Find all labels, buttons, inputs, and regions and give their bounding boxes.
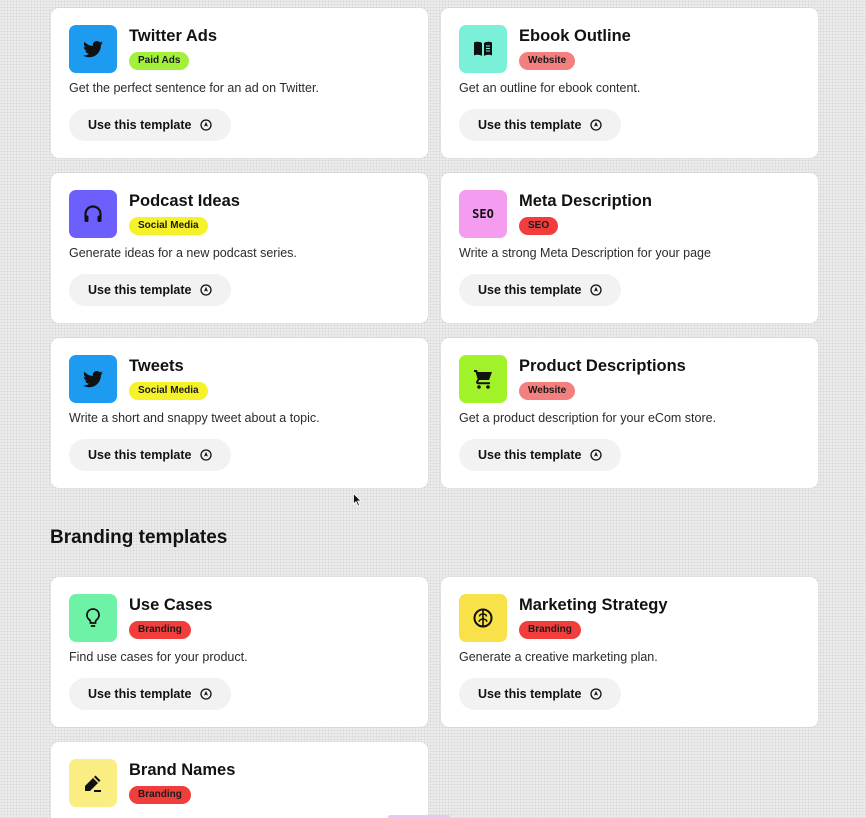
category-badge: Branding: [519, 621, 581, 639]
pen-icon: [69, 759, 117, 807]
card-title: Use Cases: [129, 596, 213, 614]
use-template-label: Use this template: [478, 448, 582, 462]
category-badge: Branding: [129, 786, 191, 804]
use-template-label: Use this template: [478, 118, 582, 132]
section-heading-branding: Branding templates: [50, 527, 228, 548]
rocket-icon: [589, 688, 602, 700]
seo-icon: SEO: [459, 190, 507, 238]
category-badge: Branding: [129, 621, 191, 639]
use-template-label: Use this template: [88, 687, 192, 701]
category-badge: Website: [519, 382, 576, 400]
rocket-icon: [199, 688, 212, 700]
category-badge: SEO: [519, 217, 559, 235]
template-card-twitter-ads: Twitter Ads Paid Ads Get the perfect sen…: [51, 8, 428, 158]
category-badge: Social Media: [129, 382, 208, 400]
rocket-icon: [199, 284, 212, 296]
category-badge: Social Media: [129, 217, 208, 235]
card-description: Find use cases for your product.: [69, 650, 248, 664]
seo-icon-text: SEO: [472, 207, 494, 221]
template-card-meta-description: SEO Meta Description SEO Write a strong …: [441, 173, 818, 323]
use-template-label: Use this template: [88, 448, 192, 462]
use-template-button[interactable]: Use this template: [69, 678, 231, 710]
use-template-button[interactable]: Use this template: [459, 274, 621, 306]
template-card-use-cases: Use Cases Branding Find use cases for yo…: [51, 577, 428, 727]
rocket-icon: [589, 119, 602, 131]
shopping-cart-icon: [459, 355, 507, 403]
card-title: Brand Names: [129, 761, 236, 779]
card-description: Generate ideas for a new podcast series.: [69, 246, 297, 260]
twitter-icon: [69, 355, 117, 403]
card-title: Twitter Ads: [129, 27, 218, 45]
template-card-podcast-ideas: Podcast Ideas Social Media Generate idea…: [51, 173, 428, 323]
card-description: Get the perfect sentence for an ad on Tw…: [69, 81, 319, 95]
card-description: Write a strong Meta Description for your…: [459, 246, 711, 260]
use-template-button[interactable]: Use this template: [459, 109, 621, 141]
mouse-cursor-icon: [353, 493, 362, 507]
lightbulb-icon: [69, 594, 117, 642]
card-description: Get a product description for your eCom …: [459, 411, 717, 425]
template-card-tweets: Tweets Social Media Write a short and sn…: [51, 338, 428, 488]
card-description: Write a short and snappy tweet about a t…: [69, 411, 320, 425]
rocket-icon: [589, 449, 602, 461]
use-template-button[interactable]: Use this template: [69, 274, 231, 306]
category-badge: Website: [519, 52, 576, 70]
use-template-button[interactable]: Use this template: [69, 439, 231, 471]
card-title: Ebook Outline: [519, 27, 631, 45]
template-card-ebook-outline: Ebook Outline Website Get an outline for…: [441, 8, 818, 158]
card-description: Get an outline for ebook content.: [459, 81, 641, 95]
use-template-button[interactable]: Use this template: [69, 109, 231, 141]
template-card-product-descriptions: Product Descriptions Website Get a produ…: [441, 338, 818, 488]
use-template-label: Use this template: [478, 687, 582, 701]
rocket-icon: [589, 284, 602, 296]
template-card-marketing-strategy: Marketing Strategy Branding Generate a c…: [441, 577, 818, 727]
rocket-icon: [199, 449, 212, 461]
use-template-label: Use this template: [478, 283, 582, 297]
card-title: Meta Description: [519, 192, 652, 210]
book-icon: [459, 25, 507, 73]
card-title: Tweets: [129, 357, 184, 375]
use-template-label: Use this template: [88, 118, 192, 132]
card-description: Generate a creative marketing plan.: [459, 650, 658, 664]
card-title: Product Descriptions: [519, 357, 686, 375]
template-card-brand-names: Brand Names Branding: [51, 742, 428, 818]
use-template-button[interactable]: Use this template: [459, 678, 621, 710]
use-template-button[interactable]: Use this template: [459, 439, 621, 471]
headphones-icon: [69, 190, 117, 238]
card-title: Podcast Ideas: [129, 192, 240, 210]
use-template-label: Use this template: [88, 283, 192, 297]
twitter-icon: [69, 25, 117, 73]
card-title: Marketing Strategy: [519, 596, 668, 614]
rocket-icon: [199, 119, 212, 131]
brain-icon: [459, 594, 507, 642]
category-badge: Paid Ads: [129, 52, 190, 70]
